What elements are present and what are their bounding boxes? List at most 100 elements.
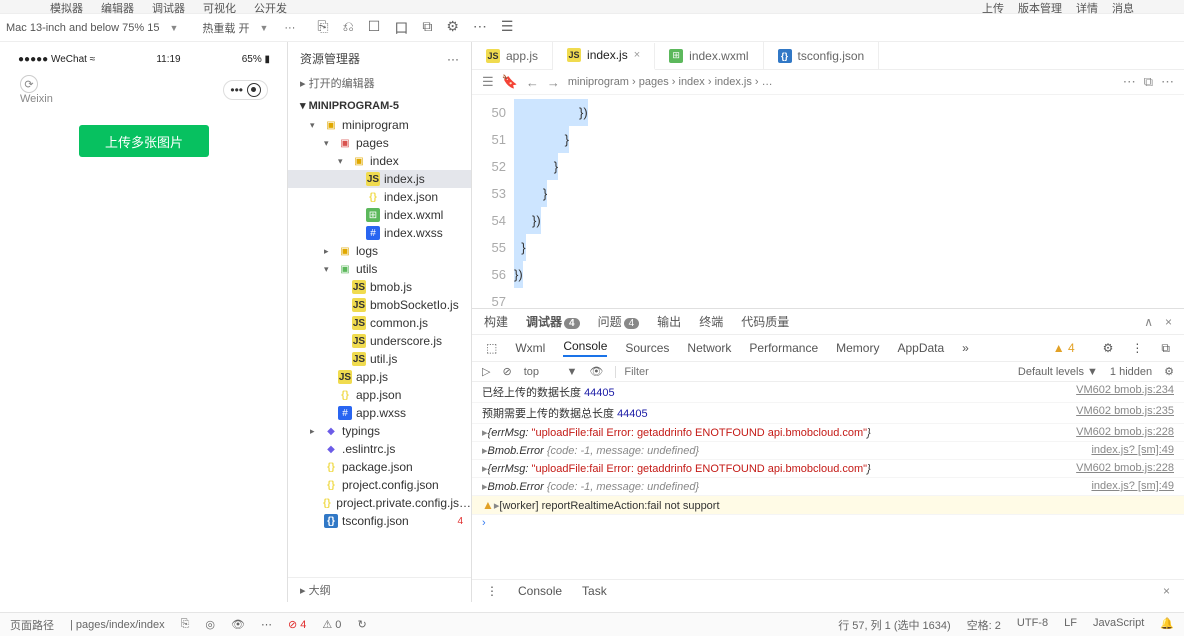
- tree-item-index.wxml[interactable]: ⊞index.wxml: [288, 206, 471, 224]
- dt-menu-icon[interactable]: ⋮: [1131, 341, 1143, 355]
- menu-dev[interactable]: 公开发: [254, 0, 287, 13]
- tab-appdata[interactable]: AppData: [897, 341, 944, 355]
- tree-item-index[interactable]: ▾▣index: [288, 152, 471, 170]
- inspect-icon[interactable]: ⬚: [486, 341, 497, 355]
- console-line[interactable]: 已经上传的数据长度 44405VM602 bmob.js:234: [472, 382, 1184, 403]
- drawer-task[interactable]: Task: [582, 584, 607, 598]
- more-icon[interactable]: ⋯: [473, 18, 487, 38]
- console-line[interactable]: ▸Bmob.Error {code: -1, message: undefine…: [472, 478, 1184, 496]
- filter-gear-icon[interactable]: ⚙: [1164, 365, 1174, 378]
- tree-item-typings[interactable]: ▸◆typings: [288, 422, 471, 440]
- status-encoding[interactable]: UTF-8: [1017, 617, 1048, 633]
- status-more-icon[interactable]: ⋯: [261, 618, 272, 631]
- tree-item-bmobSocketIo.js[interactable]: JSbmobSocketIo.js: [288, 296, 471, 314]
- more-sim-icon[interactable]: ···: [284, 22, 295, 34]
- tab-memory[interactable]: Memory: [836, 341, 879, 355]
- levels-selector[interactable]: Default levels ▼: [1018, 366, 1098, 378]
- tree-item-app.js[interactable]: JSapp.js: [288, 368, 471, 386]
- crumb-more1-icon[interactable]: ⋯: [1123, 74, 1136, 90]
- undo-icon[interactable]: ⎌: [343, 18, 354, 38]
- settings-icon[interactable]: ⚙: [446, 18, 459, 38]
- tree-item-bmob.js[interactable]: JSbmob.js: [288, 278, 471, 296]
- dt-top-终端[interactable]: 终端: [699, 313, 723, 330]
- tree-item-index.wxss[interactable]: #index.wxss: [288, 224, 471, 242]
- menu-upload[interactable]: 上传: [982, 0, 1004, 13]
- dt-gear-icon[interactable]: ⚙: [1103, 341, 1114, 355]
- context-selector[interactable]: top ▼: [524, 366, 578, 378]
- tree-item-project.private.config.js…[interactable]: {}project.private.config.js…: [288, 494, 471, 512]
- status-path[interactable]: pages/index/index: [76, 619, 165, 631]
- tab-tsconfig.json[interactable]: {}tsconfig.json: [764, 42, 880, 69]
- crumb-more2-icon[interactable]: ⋯: [1161, 74, 1174, 90]
- status-sync-icon[interactable]: ↻: [357, 618, 366, 631]
- project-section[interactable]: ▾ MINIPROGRAM-5: [288, 95, 471, 116]
- console-prompt[interactable]: ›: [472, 515, 1184, 531]
- drawer-menu-icon[interactable]: ⋮: [486, 584, 498, 598]
- tree-item-project.config.json[interactable]: {}project.config.json: [288, 476, 471, 494]
- dt-top-问题[interactable]: 问题4: [598, 313, 640, 330]
- target-icon[interactable]: [247, 83, 261, 97]
- console-line[interactable]: ▸{errMsg: "uploadFile:fail Error: getadd…: [472, 460, 1184, 478]
- crumb-back-icon[interactable]: ←: [526, 75, 539, 90]
- tree-item-common.js[interactable]: JScommon.js: [288, 314, 471, 332]
- copy-icon[interactable]: ⎘: [317, 18, 328, 38]
- console-line[interactable]: ▸{errMsg: "uploadFile:fail Error: getadd…: [472, 424, 1184, 442]
- open-editors-section[interactable]: ▸ 打开的编辑器: [288, 71, 471, 95]
- menu-icon[interactable]: ☰: [501, 18, 514, 38]
- console-output[interactable]: 已经上传的数据长度 44405VM602 bmob.js:234预期需要上传的数…: [472, 382, 1184, 579]
- warn-count[interactable]: ▲ 4: [1053, 341, 1075, 355]
- status-target-icon[interactable]: ◎: [205, 618, 215, 631]
- crumb-list-icon[interactable]: ☰: [482, 74, 494, 90]
- live-icon[interactable]: 👁: [589, 365, 603, 378]
- menu-simulator[interactable]: 模拟器: [50, 0, 83, 13]
- tree-item-app.wxss[interactable]: #app.wxss: [288, 404, 471, 422]
- dt-action-icon[interactable]: ∧: [1144, 315, 1153, 329]
- run-icon[interactable]: ▷: [482, 365, 490, 378]
- filter-input[interactable]: [615, 366, 1006, 378]
- menu-editor[interactable]: 编辑器: [101, 0, 134, 13]
- status-spaces[interactable]: 空格: 2: [967, 617, 1001, 633]
- upload-images-button[interactable]: 上传多张图片: [79, 125, 209, 157]
- tree-item-util.js[interactable]: JSutil.js: [288, 350, 471, 368]
- tree-item-miniprogram[interactable]: ▾▣miniprogram: [288, 116, 471, 134]
- device-selector[interactable]: Mac 13-inch and below 75% 15: [6, 22, 159, 34]
- drawer-close-icon[interactable]: ×: [1163, 584, 1170, 598]
- dt-dock-icon[interactable]: ⧉: [1161, 341, 1170, 356]
- layout-icon[interactable]: ⧉: [422, 18, 432, 38]
- tab-index.js[interactable]: JSindex.js×: [553, 43, 655, 70]
- code-editor[interactable]: 5051525354555657 }) } } } }) }}): [472, 95, 1184, 308]
- capsule-button[interactable]: •••: [223, 80, 268, 100]
- dt-top-代码质量[interactable]: 代码质量: [741, 313, 789, 330]
- status-bell-icon[interactable]: 🔔: [1160, 617, 1174, 633]
- dt-top-输出[interactable]: 输出: [657, 313, 681, 330]
- tree-item-app.json[interactable]: {}app.json: [288, 386, 471, 404]
- crumb-bookmark-icon[interactable]: 🔖: [502, 74, 518, 90]
- tree-item-pages[interactable]: ▾▣pages: [288, 134, 471, 152]
- breadcrumb-path[interactable]: miniprogram › pages › index › index.js ›…: [568, 76, 773, 88]
- split-icon[interactable]: 口: [394, 18, 408, 38]
- status-errors[interactable]: ⊘ 4: [288, 618, 306, 631]
- tab-sources[interactable]: Sources: [625, 341, 669, 355]
- tab-network[interactable]: Network: [687, 341, 731, 355]
- console-line[interactable]: ▲▸[worker] reportRealtimeAction:fail not…: [472, 496, 1184, 515]
- crumb-split-icon[interactable]: ⧉: [1144, 74, 1153, 90]
- menu-version[interactable]: 版本管理: [1018, 0, 1062, 13]
- status-eye-icon[interactable]: 👁: [231, 618, 245, 631]
- status-lang[interactable]: JavaScript: [1093, 617, 1144, 633]
- console-line[interactable]: 预期需要上传的数据总长度 44405VM602 bmob.js:235: [472, 403, 1184, 424]
- tab-index.wxml[interactable]: ⊞index.wxml: [655, 42, 763, 69]
- tab-performance[interactable]: Performance: [749, 341, 818, 355]
- hot-reload-toggle[interactable]: 热重载 开: [202, 20, 249, 36]
- crumb-forward-icon[interactable]: →: [547, 75, 560, 90]
- explorer-more-icon[interactable]: ···: [447, 52, 459, 66]
- tab-wxml[interactable]: Wxml: [515, 341, 545, 355]
- status-warnings[interactable]: ⚠ 0: [322, 618, 341, 631]
- tree-item-index.json[interactable]: {}index.json: [288, 188, 471, 206]
- console-line[interactable]: ▸Bmob.Error {code: -1, message: undefine…: [472, 442, 1184, 460]
- menu-visual[interactable]: 可视化: [203, 0, 236, 13]
- outline-section[interactable]: ▸ 大纲: [288, 577, 471, 602]
- tree-item-tsconfig.json[interactable]: {}tsconfig.json4: [288, 512, 471, 530]
- drawer-console[interactable]: Console: [518, 584, 562, 598]
- tree-item-package.json[interactable]: {}package.json: [288, 458, 471, 476]
- menu-details[interactable]: 详情: [1076, 0, 1098, 13]
